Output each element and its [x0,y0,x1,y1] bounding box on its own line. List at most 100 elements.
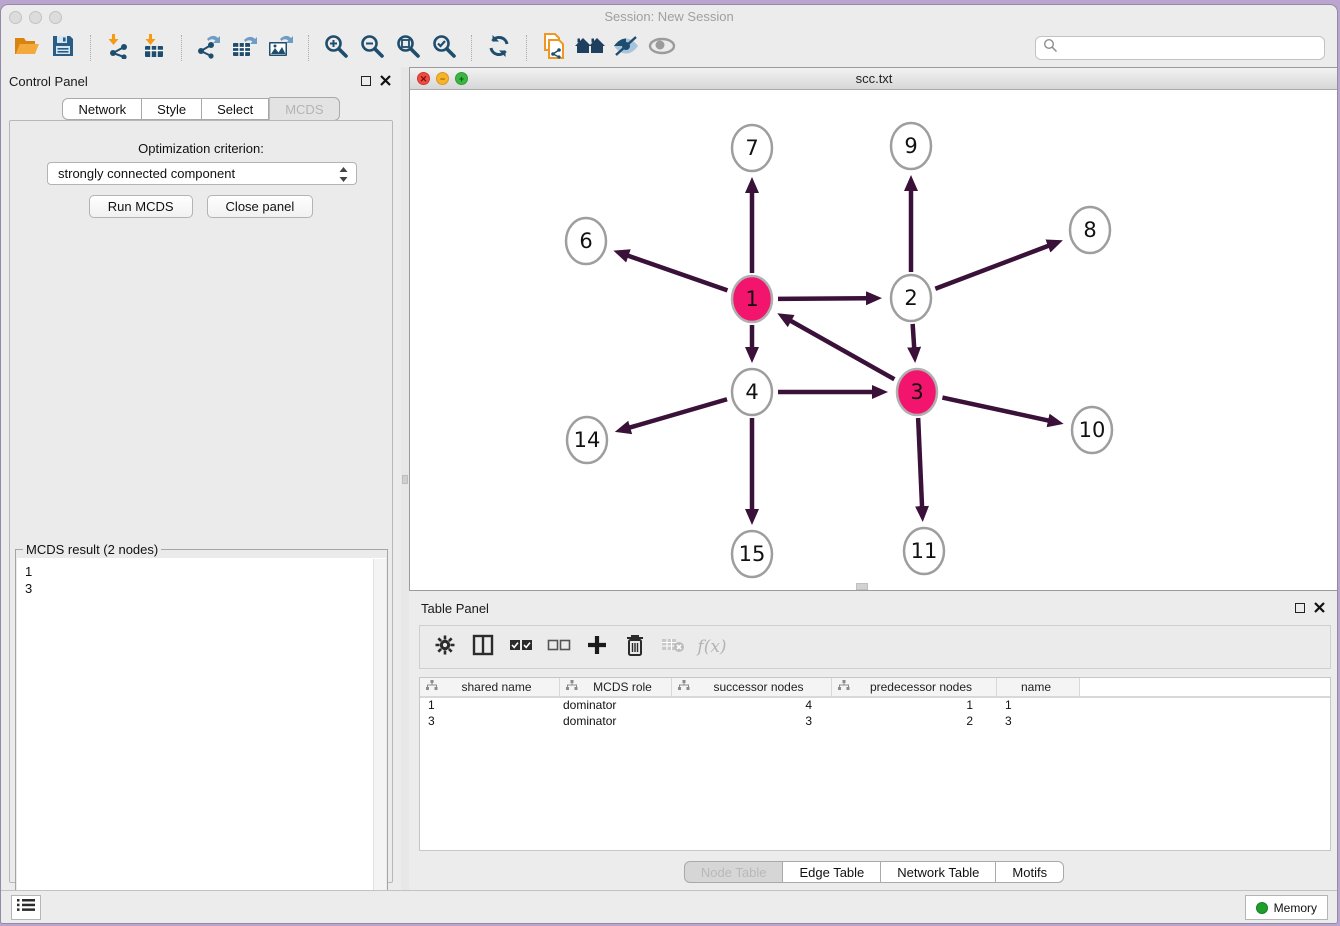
hide-selected-button[interactable] [608,33,644,63]
graph-edge-2-8[interactable] [935,246,1049,289]
tab-select[interactable]: Select [202,98,269,120]
export-network-button[interactable] [191,33,227,63]
close-table-panel-icon[interactable] [1314,602,1325,613]
traffic-lights-inactive[interactable] [9,11,62,24]
graph-edge-1-2[interactable] [778,298,867,299]
cell-successor-nodes[interactable]: 3 [672,714,832,730]
table-row[interactable]: 3 dominator 3 2 3 [420,714,1330,730]
cell-mcds-role[interactable]: dominator [560,714,672,730]
column-header-name[interactable]: name [997,678,1080,696]
column-header-mcds-role[interactable]: MCDS role [560,678,672,696]
control-panel-title: Control Panel [1,67,401,89]
cell-shared-name[interactable]: 3 [420,714,560,730]
graph-edge-3-10[interactable] [942,398,1049,421]
zoom-out-icon [359,33,385,64]
import-network-button[interactable] [100,33,136,63]
tab-edge-table[interactable]: Edge Table [783,861,881,883]
show-all-button[interactable] [644,33,680,63]
unselect-all-columns-button[interactable] [542,631,576,663]
graph-edge-1-6[interactable] [628,256,728,291]
graph-node-label-6: 6 [579,229,592,253]
float-table-panel-icon[interactable] [1295,603,1305,613]
network-close-button[interactable]: ✕ [417,72,430,85]
network-minimize-button[interactable]: − [436,72,449,85]
export-image-button[interactable] [263,33,299,63]
delete-column-button[interactable] [618,631,652,663]
graph-edge-2-3[interactable] [913,324,915,348]
float-panel-icon[interactable] [361,76,371,86]
criterion-dropdown[interactable]: strongly connected component [47,162,357,185]
graph-node-label-8: 8 [1083,218,1096,242]
tab-mcds[interactable]: MCDS [269,97,339,121]
control-panel: Control Panel Network Style Select MCDS … [1,67,401,889]
tab-style[interactable]: Style [142,98,202,120]
window-titlebar[interactable]: Session: New Session [1,5,1337,29]
graph-node-label-4: 4 [745,380,758,404]
delete-table-button[interactable] [656,631,690,663]
cell-predecessor-nodes[interactable]: 2 [832,714,997,730]
tab-node-table[interactable]: Node Table [684,861,784,883]
graph-edge-3-11[interactable] [918,418,922,507]
close-panel-button[interactable]: Close panel [207,195,314,218]
mcds-result-list[interactable]: 1 3 [17,558,386,924]
search-field[interactable] [1035,36,1325,60]
criterion-value: strongly connected component [58,166,235,181]
tab-motifs[interactable]: Motifs [996,861,1064,883]
cell-shared-name[interactable]: 1 [420,698,560,714]
graph-node-label-14: 14 [574,428,601,452]
cell-mcds-role[interactable]: dominator [560,698,672,714]
cell-predecessor-nodes[interactable]: 1 [832,698,997,714]
tab-network[interactable]: Network [62,98,142,120]
apply-function-button[interactable]: f(x) [694,631,728,663]
table-toolbar: f(x) [419,625,1331,669]
cell-name[interactable]: 3 [997,714,1080,730]
cell-name[interactable]: 1 [997,698,1080,714]
minimize-window-button[interactable] [29,11,42,24]
graph-edge-4-14[interactable] [629,399,727,427]
cell-successor-nodes[interactable]: 4 [672,698,832,714]
splitter-handle-icon[interactable] [402,475,408,484]
tab-network-table[interactable]: Network Table [881,861,996,883]
column-header-shared-name[interactable]: shared name [420,678,560,696]
zoom-selected-button[interactable] [426,33,462,63]
graph-edge-3-1[interactable] [790,321,894,380]
create-column-button[interactable] [580,631,614,663]
zoom-fit-button[interactable] [390,33,426,63]
home-layout-button[interactable] [572,33,608,63]
result-item: 1 [25,563,378,580]
eye-icon [647,34,677,63]
canvas-resize-handle[interactable] [856,583,868,590]
maximize-window-button[interactable] [49,11,62,24]
toolbar-separator [471,35,472,61]
task-history-button[interactable] [11,895,41,920]
import-table-button[interactable] [136,33,172,63]
node-table[interactable]: shared name MCDS role successor nodes pr… [419,677,1331,851]
zoom-out-button[interactable] [354,33,390,63]
run-mcds-button[interactable]: Run MCDS [89,195,193,218]
network-window-titlebar[interactable]: ✕ − + scc.txt [410,68,1338,90]
panel-splitter[interactable] [401,67,409,891]
refresh-button[interactable] [481,33,517,63]
save-session-button[interactable] [45,33,81,63]
table-row[interactable]: 1 dominator 4 1 1 [420,698,1330,714]
column-header-predecessor-nodes[interactable]: predecessor nodes [832,678,997,696]
unchecked-boxes-icon [547,638,571,657]
network-canvas[interactable]: 7968124314101511 [410,90,1338,590]
search-input[interactable] [1063,38,1324,58]
export-table-button[interactable] [227,33,263,63]
show-columns-button[interactable] [466,631,500,663]
table-header-row: shared name MCDS role successor nodes pr… [420,678,1330,698]
memory-button[interactable]: Memory [1245,895,1328,920]
result-scrollbar[interactable] [373,559,386,924]
zoom-in-button[interactable] [318,33,354,63]
close-window-button[interactable] [9,11,22,24]
result-item: 3 [25,580,378,597]
open-session-button[interactable] [9,33,45,63]
close-panel-icon[interactable] [380,75,391,86]
column-header-successor-nodes[interactable]: successor nodes [672,678,832,696]
network-maximize-button[interactable]: + [455,72,468,85]
select-all-columns-button[interactable] [504,631,538,663]
table-settings-button[interactable] [428,631,462,663]
clone-network-button[interactable] [536,33,572,63]
delete-table-icon [661,636,685,659]
